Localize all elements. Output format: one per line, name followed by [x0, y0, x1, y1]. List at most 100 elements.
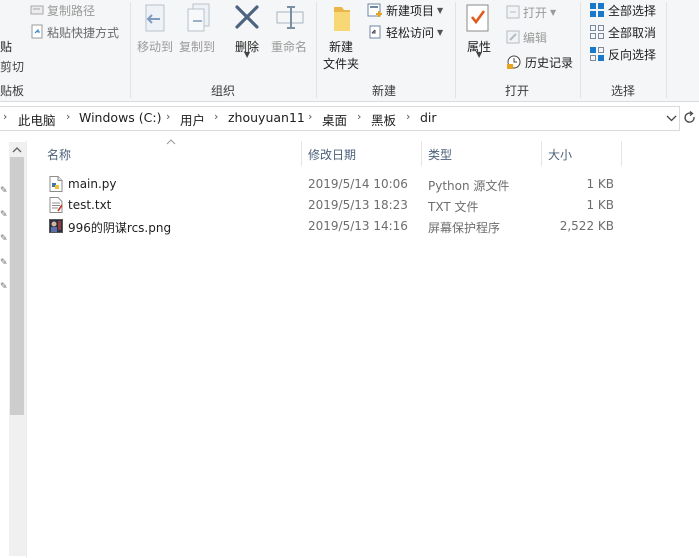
quick-access-pin-icon[interactable]: ✎ [0, 259, 8, 268]
properties-button[interactable] [464, 2, 494, 36]
refresh-icon[interactable] [683, 111, 697, 125]
new-folder-button[interactable] [328, 3, 358, 35]
file-type: 屏幕保护程序 [428, 221, 501, 235]
breadcrumb-separator-icon[interactable]: › [166, 110, 170, 123]
select-none-button[interactable]: 全部取消 [589, 22, 656, 42]
move-to-button[interactable] [140, 3, 174, 37]
rename-button[interactable] [274, 3, 308, 37]
column-header-name[interactable]: 名称 [47, 146, 71, 163]
image-file-icon [49, 219, 63, 233]
breadcrumb-dir[interactable]: dir [420, 110, 437, 125]
select-all-icon [590, 3, 604, 17]
breadcrumb-this-pc[interactable]: 此电脑 [18, 110, 56, 129]
delete-button[interactable] [232, 2, 264, 36]
breadcrumb-separator-icon[interactable]: › [3, 110, 7, 123]
breadcrumb-desktop[interactable]: 桌面 [322, 110, 347, 129]
column-divider[interactable] [541, 141, 542, 166]
open-button[interactable]: 打开 ▼ [506, 2, 556, 22]
open-icon [506, 5, 520, 19]
rename-icon [276, 6, 304, 29]
file-modified: 2019/5/13 18:23 [308, 198, 408, 212]
breadcrumb-separator-icon[interactable]: › [214, 110, 218, 123]
invert-selection-label: 反向选择 [608, 47, 657, 62]
file-name: main.py [68, 177, 117, 191]
breadcrumb-separator-icon[interactable]: › [66, 110, 70, 123]
file-modified: 2019/5/13 14:16 [308, 219, 408, 233]
file-row-png[interactable]: 996的阴谋rcs.png 2019/5/13 14:16 屏幕保护程序 2,5… [44, 216, 624, 237]
copy-path-label: 复制路径 [47, 3, 96, 18]
copy-to-button[interactable] [184, 3, 218, 37]
rename-label: 重命名 [271, 40, 308, 54]
quick-access-pin-icon[interactable]: ✎ [0, 235, 8, 244]
column-divider[interactable] [621, 141, 622, 166]
select-none-label: 全部取消 [608, 25, 657, 40]
move-to-icon [145, 4, 165, 32]
ribbon-separator [455, 2, 456, 98]
breadcrumb-separator-icon[interactable]: › [308, 110, 312, 123]
scroll-up-arrow-icon[interactable] [11, 145, 23, 155]
organize-group-label: 组织 [211, 84, 236, 98]
breadcrumb-separator-icon[interactable]: › [357, 110, 361, 123]
file-type: Python 源文件 [428, 179, 510, 193]
edit-button[interactable]: 编辑 [506, 27, 547, 47]
history-button[interactable]: 历史记录 [506, 52, 573, 72]
select-all-label: 全部选择 [608, 3, 657, 18]
file-size: 2,522 KB [559, 219, 614, 233]
breadcrumb-users[interactable]: 用户 [180, 110, 205, 129]
sort-ascending-icon [166, 139, 176, 145]
breadcrumb-drive[interactable]: Windows (C:) [79, 110, 161, 125]
new-item-dropdown-icon: ▼ [437, 5, 444, 15]
file-size: 1 KB [586, 177, 614, 191]
properties-icon [466, 4, 489, 32]
delete-dropdown-icon[interactable]: ▼ [244, 50, 250, 59]
delete-icon [235, 5, 259, 29]
file-row-test-txt[interactable]: test.txt 2019/5/13 18:23 TXT 文件 1 KB [44, 195, 624, 216]
quick-access-pin-icon[interactable]: ✎ [0, 283, 8, 292]
open-dropdown-icon: ▼ [550, 7, 557, 17]
file-row-main-py[interactable]: main.py 2019/5/14 10:06 Python 源文件 1 KB [44, 174, 624, 195]
new-folder-label-2: 文件夹 [323, 57, 360, 71]
python-file-icon [49, 176, 63, 192]
folder-icon [334, 7, 350, 31]
invert-selection-button[interactable]: 反向选择 [589, 44, 656, 64]
paste-shortcut-icon [31, 24, 43, 39]
column-header-size[interactable]: 大小 [548, 146, 572, 163]
cut-button[interactable]: 剪切 [0, 58, 24, 75]
easy-access-button[interactable]: 轻松访问 ▼ [367, 22, 443, 42]
text-file-icon [49, 197, 63, 213]
navigation-scrollbar-thumb[interactable] [10, 157, 24, 415]
column-header-modified[interactable]: 修改日期 [308, 146, 356, 163]
breadcrumb-user[interactable]: zhouyuan11 [228, 110, 305, 125]
ribbon-separator [316, 2, 317, 98]
address-bar[interactable]: › 此电脑 › Windows (C:) › 用户 › zhouyuan11 ›… [0, 106, 699, 132]
file-modified: 2019/5/14 10:06 [308, 177, 408, 191]
column-divider[interactable] [421, 141, 422, 166]
easy-access-label: 轻松访问 [386, 25, 435, 40]
breadcrumb-separator-icon[interactable]: › [406, 110, 410, 123]
edit-icon [506, 30, 520, 44]
quick-access-pin-icon[interactable]: ✎ [0, 211, 8, 220]
paste-shortcut-label: 粘贴快捷方式 [47, 25, 120, 40]
column-header-type[interactable]: 类型 [428, 146, 452, 163]
clipboard-group-label: 贴板 [0, 84, 25, 98]
select-all-button[interactable]: 全部选择 [589, 0, 656, 20]
history-icon [507, 55, 521, 69]
ribbon-separator [580, 2, 581, 98]
paste-shortcut-button[interactable]: 粘贴快捷方式 [30, 22, 119, 42]
paste-button-label[interactable]: 贴 [0, 38, 12, 55]
new-item-icon [367, 3, 382, 17]
new-item-button[interactable]: 新建项目 ▼ [367, 0, 443, 20]
column-divider[interactable] [301, 141, 302, 166]
file-name: 996的阴谋rcs.png [68, 221, 172, 235]
open-label: 打开 [523, 5, 548, 20]
copy-path-button[interactable]: 复制路径 [30, 0, 95, 20]
file-type: TXT 文件 [428, 200, 479, 214]
address-history-dropdown-icon[interactable] [666, 113, 677, 124]
properties-dropdown-icon[interactable]: ▼ [476, 50, 482, 59]
copy-path-icon [30, 5, 44, 15]
file-size: 1 KB [586, 198, 614, 212]
invert-selection-icon [590, 47, 604, 61]
breadcrumb-blackboard[interactable]: 黑板 [371, 110, 396, 129]
new-group-label: 新建 [372, 84, 397, 98]
quick-access-pin-icon[interactable]: ✎ [0, 187, 8, 196]
